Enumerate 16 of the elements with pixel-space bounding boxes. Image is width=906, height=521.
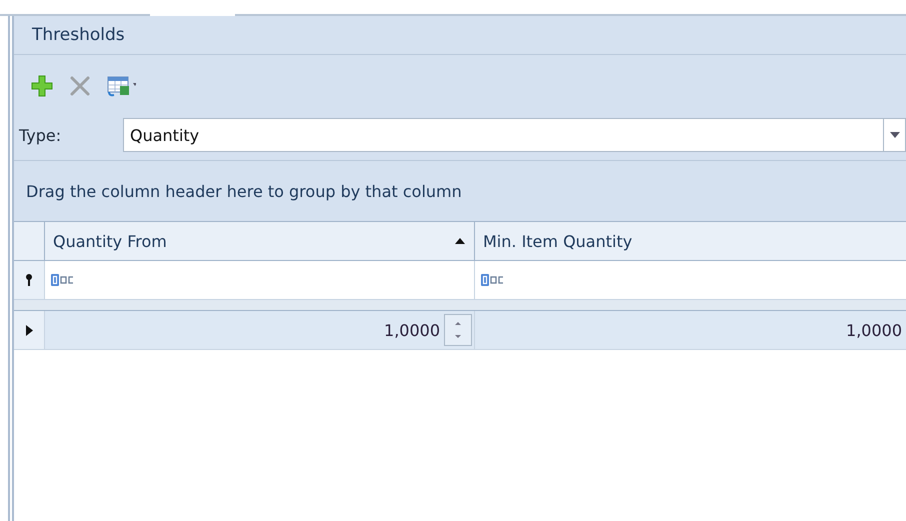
table-cell: 1,0000 [384,320,440,340]
text-filter-icon[interactable] [51,273,75,287]
column-header[interactable]: Min. Item Quantity [474,222,906,260]
caret-icon [890,132,900,138]
table-cell: 1,0000 [846,320,902,340]
text-filter-icon[interactable] [481,273,505,287]
column-header[interactable]: Quantity From [44,222,474,260]
row-indicator-icon [26,324,32,336]
panel-title: Thresholds [32,25,125,45]
spin-button[interactable] [444,314,472,346]
pin-icon [25,274,33,286]
type-field[interactable]: Quantity [123,118,883,152]
group-panel-hint: Drag the column header here to group by that column [26,182,462,200]
type-label: Type: [18,126,62,144]
dropdown-button[interactable] [883,118,906,152]
table-row[interactable]: 1,0000 1,0000 [14,311,906,350]
